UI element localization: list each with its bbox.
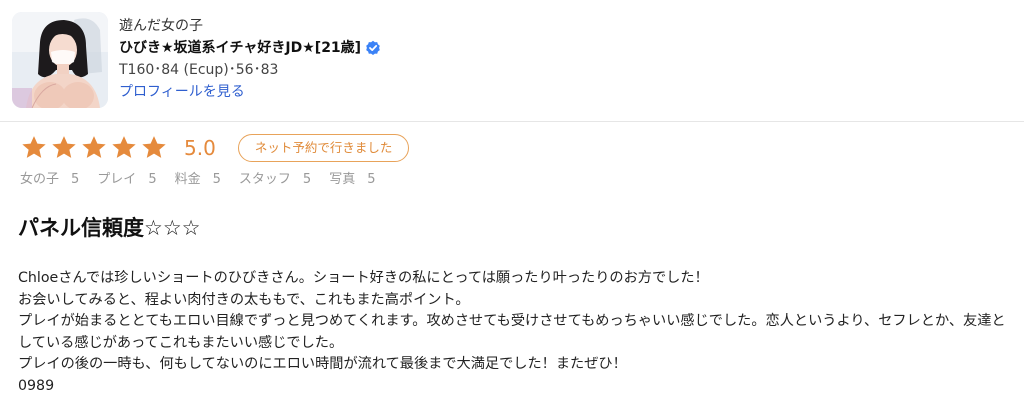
sub-rating-label: 写真	[329, 172, 356, 187]
sub-rating-value: 5	[212, 172, 221, 187]
sub-rating-price: 料金 5	[175, 168, 221, 187]
review-line: プレイの後の一時も、何もしてないのにエロい時間が流れて最後まで大満足でした！また…	[18, 356, 627, 372]
sub-ratings: 女の子 5 プレイ 5 料金 5 スタッフ 5 写真 5	[20, 168, 375, 187]
sub-rating-label: スタッフ	[238, 172, 291, 187]
verified-check-icon	[365, 40, 381, 56]
sub-rating-staff: スタッフ 5	[239, 168, 311, 187]
star-icon	[20, 134, 48, 162]
review-line: 0989	[18, 377, 55, 394]
view-profile-link[interactable]: プロフィールを見る	[119, 81, 381, 103]
sub-rating-value: 5	[367, 172, 376, 187]
avatar[interactable]	[12, 12, 108, 108]
sub-rating-play: プレイ 5	[97, 168, 156, 187]
rating-row: 5.0 ネット予約で行きました	[20, 130, 410, 166]
review-card: 遊んだ女の子 ひびき★坂道系イチャ好きJD★[21歳] T160･84 (Ecu…	[0, 0, 1024, 416]
sub-rating-label: 料金	[174, 172, 201, 187]
star-icon	[50, 134, 78, 162]
sub-rating-photo: 写真 5	[329, 168, 375, 187]
sub-rating-value: 5	[148, 172, 157, 187]
girl-photo	[12, 12, 108, 108]
sub-rating-label: 女の子	[20, 172, 60, 187]
net-reservation-badge: ネット予約で行きました	[237, 134, 410, 162]
star-rating	[20, 134, 168, 162]
star-icon	[110, 134, 138, 162]
sub-rating-value: 5	[71, 172, 80, 187]
sub-rating-girl: 女の子 5	[20, 168, 79, 187]
rating-score: 5.0	[184, 136, 216, 160]
star-icon	[140, 134, 168, 162]
played-label: 遊んだ女の子	[119, 18, 203, 34]
sub-rating-label: プレイ	[97, 172, 137, 187]
review-line: お会いしてみると、程よい肉付きの太ももで、これもまた高ポイント。	[18, 291, 470, 308]
sub-rating-value: 5	[302, 172, 312, 187]
review-line: プレイが始まるととてもエロい目線でずっと見つめてくれます。攻めさせても受けさせて…	[18, 313, 1006, 351]
review-line: Chloeさんでは珍しいショートのひびきさん。ショート好きの私にとっては願ったり…	[18, 270, 709, 286]
review-title: パネル信頼度☆☆☆	[18, 216, 201, 240]
star-icon	[80, 134, 108, 162]
review-body: Chloeさんでは珍しいショートのひびきさん。ショート好きの私にとっては願ったり…	[18, 268, 1008, 397]
divider	[0, 121, 1024, 122]
girl-name[interactable]: ひびき★坂道系イチャ好きJD★[21歳]	[119, 37, 361, 59]
profile-header: 遊んだ女の子 ひびき★坂道系イチャ好きJD★[21歳] T160･84 (Ecu…	[12, 12, 1024, 110]
profile-info: 遊んだ女の子 ひびき★坂道系イチャ好きJD★[21歳] T160･84 (Ecu…	[119, 12, 381, 103]
name-row: ひびき★坂道系イチャ好きJD★[21歳]	[119, 37, 381, 59]
girl-specs: T160･84 (Ecup)･56･83	[119, 62, 279, 78]
